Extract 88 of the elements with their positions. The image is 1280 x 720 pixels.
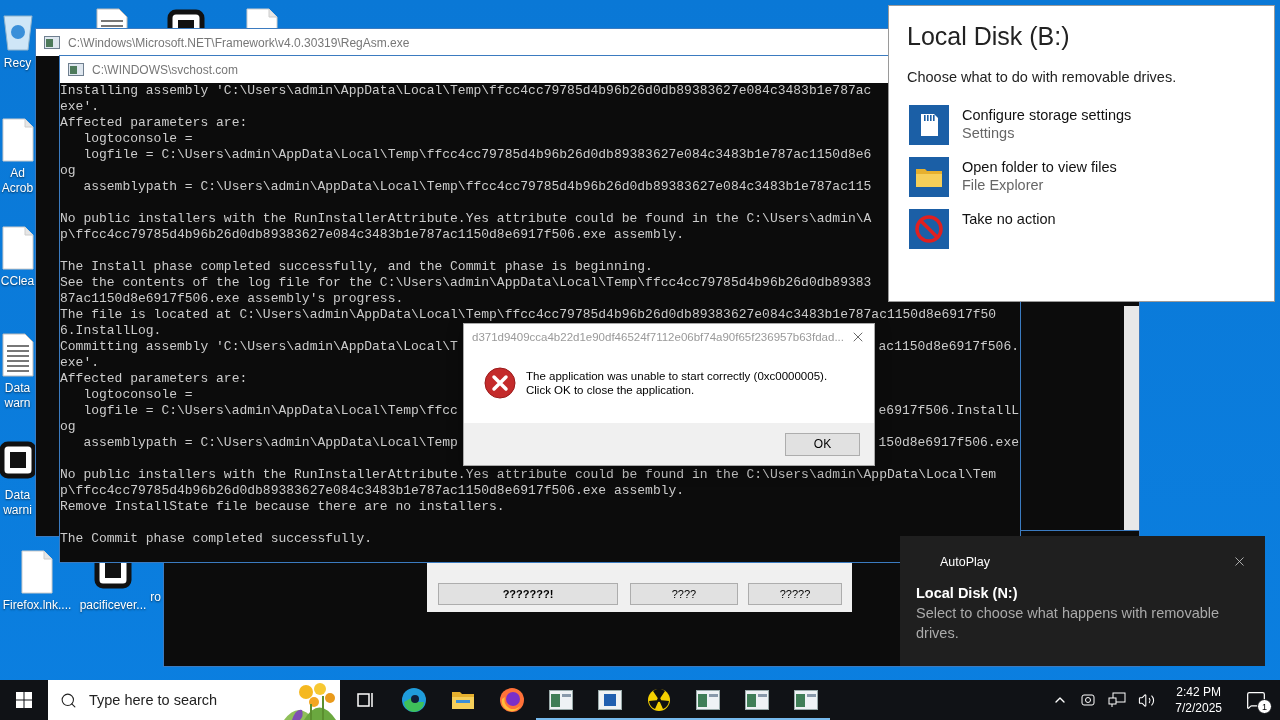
volume-icon[interactable]	[1138, 691, 1156, 709]
console-window-icon	[68, 63, 84, 76]
file-icon	[0, 118, 35, 162]
console-line: Committing assembly 'C:\Users\admin\AppData\Local\T	[60, 339, 458, 355]
clock[interactable]: 2:42 PM 7/2/2025	[1175, 684, 1222, 716]
console-line: The Commit phase completed successfully.	[60, 531, 373, 547]
console-line: The Install phase completed successfully, and the Commit phase is beginning.	[60, 259, 653, 275]
window-icon	[744, 690, 769, 710]
console-line: e6917f506.InstallL	[878, 403, 1019, 419]
search-bar[interactable]: Type here to search	[48, 680, 340, 720]
option-detail: Settings	[962, 125, 1016, 141]
window-icon	[548, 690, 573, 710]
console-line: p\ffcc4cc79785d4b96b26d0db89383627e084c3483b1e787ac1150d8e6917f506.exe assembly.	[60, 483, 685, 499]
console-line: og	[60, 419, 76, 435]
option-detail: File Explorer	[962, 177, 1045, 193]
desktop-icon-label[interactable]: Firefox.lnk....	[2, 598, 72, 613]
console-line: exe'.	[60, 355, 99, 371]
window-icon	[793, 690, 818, 710]
console-line: Remove InstallState file because there are no installers.	[60, 499, 505, 515]
browser-icon	[400, 687, 427, 713]
desktop-icon-label[interactable]: Data warni	[3, 488, 32, 518]
prohibited-icon	[909, 209, 949, 249]
console-line: 6.InstallLog.	[60, 323, 162, 339]
dialog-button[interactable]: ?????	[748, 583, 842, 605]
memory-card-icon	[909, 105, 949, 145]
notification-count: 1	[1257, 699, 1272, 714]
camera-icon[interactable]	[1080, 692, 1097, 708]
console-line: assemblypath = C:\Users\admin\AppData\Local\Temp	[82, 435, 458, 451]
console-line: See the contents of the log file for the C:\Users\admin\AppData\Local\Temp\ffcc4cc79785d4b96b26d0db89383	[60, 275, 872, 291]
console-line: No public installers with the RunInstallerAttribute.Yes attribute could be found in the C:\Users\admin\A	[60, 211, 872, 227]
notification-toast[interactable]: AutoPlay Local Disk (N:) Select to choose what happens with removable drives.	[900, 536, 1265, 666]
console-line: 150d8e6917f506.exe	[878, 435, 1019, 451]
option-label[interactable]: Take no action	[962, 211, 1056, 227]
ok-button[interactable]: OK	[785, 432, 860, 456]
document-icon	[0, 333, 35, 377]
console-line: logtoconsole =	[82, 131, 193, 147]
close-button[interactable]	[1232, 554, 1247, 569]
file-icon	[0, 226, 35, 270]
error-icon	[484, 366, 516, 399]
folder-icon	[450, 689, 475, 711]
fox-browser-icon	[498, 687, 525, 713]
window-title: C:\WINDOWS\svchost.com	[92, 62, 238, 77]
console-line: Affected parameters are:	[60, 115, 248, 131]
windows-logo-icon	[16, 692, 32, 708]
dialog-button[interactable]: ???????!	[438, 583, 618, 605]
dialog-title: d371d9409cca4b22d1e90df46524f7112e06bf74a90f65f236957b63fdad...	[472, 331, 844, 343]
console-window-icon	[44, 36, 60, 49]
desktop-icon-label[interactable]: ro	[150, 590, 161, 605]
error-message: Click OK to close the application.	[526, 382, 696, 397]
desktop-icon-label[interactable]: Ad Acrob	[1, 166, 34, 196]
dialog-button[interactable]: ????	[630, 583, 738, 605]
console-line: assemblypath = C:\Users\admin\AppData\Local\Temp\ffcc4cc79785d4b96b26d0db89383627e084c3483b1e787ac115	[82, 179, 872, 195]
console-line: logtoconsole =	[82, 387, 193, 403]
radiation-icon	[646, 688, 671, 712]
window-icon	[695, 690, 720, 710]
console-line: og	[60, 163, 76, 179]
desktop-icon-label[interactable]: pacificever...	[79, 598, 147, 613]
console-line: Installing assembly 'C:\Users\admin\AppData\Local\Temp\ffcc4cc79785d4b96b26d0db89383627e084c3483b1e787ac	[60, 83, 872, 99]
network-icon[interactable]	[1108, 692, 1127, 708]
task-view-icon	[354, 691, 375, 709]
panel-title: Local Disk (B:)	[907, 22, 1071, 51]
console-line: p\ffcc4cc79785d4b96b26d0db89383627e084c3483b1e787ac1150d8e6917f506.exe assembly.	[60, 227, 685, 243]
desktop-icon-label[interactable]: Recy	[3, 56, 32, 71]
console-line: 87ac1150d8e6917f506.exe assembly's progress.	[60, 291, 404, 307]
file-icon	[20, 550, 54, 594]
console-line: The file is located at C:\Users\admin\AppData\Local\Temp\ffcc4cc79785d4b96b26d0db89383627e084c3483b1e787ac1150d8e6917f50	[60, 307, 997, 323]
window-icon	[597, 690, 622, 710]
console-line: No public installers with the RunInstallerAttribute.Yes attribute could be found in the C:\Users\admin\AppData\Local\Tem	[60, 467, 997, 483]
option-label[interactable]: Open folder to view files	[962, 159, 1117, 175]
panel-subtitle: Choose what to do with removable drives.	[907, 69, 1178, 85]
clock-time: 2:42 PM	[1176, 684, 1221, 700]
console-line: logfile = C:\Users\admin\AppData\Local\Temp\ffcc4cc79785d4b96b26d0db89383627e084c3483b1e787ac1150d8e6	[82, 147, 872, 163]
toast-message: Select to choose what happens with removable drives.	[916, 604, 1221, 643]
toast-app-name: AutoPlay	[940, 554, 991, 569]
window-title: C:\Windows\Microsoft.NET\Framework\v4.0.30319\RegAsm.exe	[68, 35, 410, 50]
desktop-icon-label[interactable]: Data warn	[4, 381, 31, 411]
option-label[interactable]: Configure storage settings	[962, 107, 1132, 123]
console-line: ac1150d8e6917f506.	[878, 339, 1019, 355]
folder-icon	[909, 157, 949, 197]
search-icon	[60, 691, 77, 709]
search-field[interactable]: Type here to search	[87, 691, 251, 709]
error-message: The application was unable to start correctly (0xc0000005).	[526, 368, 828, 383]
console-line: logfile = C:\Users\admin\AppData\Local\Temp\ffcc	[82, 403, 458, 419]
toast-title: Local Disk (N:)	[916, 585, 1019, 601]
desktop-icon-label[interactable]: CClea	[0, 274, 35, 289]
console-line: Affected parameters are:	[60, 371, 248, 387]
console-line: exe'.	[60, 99, 99, 115]
clock-date: 7/2/2025	[1175, 700, 1222, 716]
